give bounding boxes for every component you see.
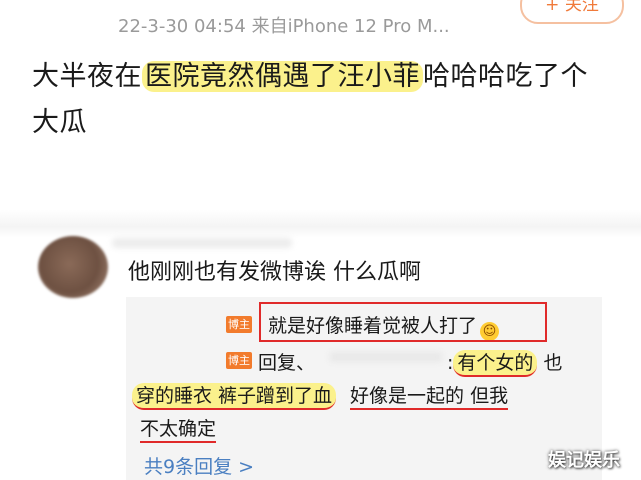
username-redacted xyxy=(112,238,292,248)
post-highlight: 医院竟然偶遇了汪小菲 xyxy=(142,61,423,92)
section-separator xyxy=(0,210,641,238)
reply-3-rest: 好像是一起的 但我 xyxy=(350,385,509,410)
reply-4-line: 不太确定 xyxy=(140,414,217,443)
post-meta: 22-3-30 04:54 来自iPhone 12 Pro M... xyxy=(118,16,450,37)
annotation-red-box xyxy=(259,302,547,342)
reply-2-highlight: 有个女的 xyxy=(453,350,538,377)
watermark: 娱记娱乐 xyxy=(548,450,620,471)
reply-4-text: 不太确定 xyxy=(140,418,217,443)
comment-text: 他刚刚也有发微博诶 什么瓜啊 xyxy=(128,260,421,285)
author-badge: 博主 xyxy=(226,316,252,333)
more-replies-link[interactable]: 共9条回复 > xyxy=(144,452,254,479)
reply-2-line: : 有个女的 也 xyxy=(447,348,563,377)
reply-2-tail: 也 xyxy=(537,352,563,374)
reply-2-prefix: 回复、 xyxy=(258,352,316,374)
avatar[interactable] xyxy=(38,236,108,298)
reply-username-redacted xyxy=(330,352,442,362)
post-text-start: 大半夜在 xyxy=(32,61,142,92)
reply-3-highlight: 穿的睡衣 裤子蹭到了血 xyxy=(132,383,337,410)
author-badge-2: 博主 xyxy=(226,352,252,369)
post-text: 大半夜在 医院竟然偶遇了汪小菲 哈哈哈吃了个大瓜 xyxy=(32,54,612,146)
follow-button[interactable]: + 关注 xyxy=(520,0,624,24)
reply-3-line: 穿的睡衣 裤子蹭到了血 好像是一起的 但我 xyxy=(132,381,509,410)
